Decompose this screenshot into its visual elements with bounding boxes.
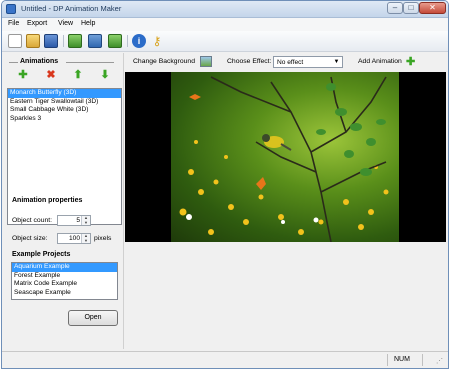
add-animation-plus-icon[interactable]: ✚	[17, 69, 29, 81]
app-window: Untitled - DP Animation Maker – □ ✕ File…	[1, 0, 449, 369]
effects-bar: Change Background Choose Effect: No effe…	[125, 53, 448, 71]
object-size-label: Object size:	[12, 235, 48, 242]
add-animation-icon[interactable]: ✚	[406, 55, 415, 68]
preview-stage[interactable]	[125, 72, 446, 242]
window-title: Untitled - DP Animation Maker	[21, 4, 122, 13]
list-item[interactable]: Matrix Code Example	[12, 280, 117, 289]
export-image-icon[interactable]	[68, 34, 82, 48]
menu-view[interactable]: View	[58, 20, 73, 27]
object-size-unit: pixels	[94, 235, 112, 242]
status-separator	[387, 354, 388, 366]
animations-title: Animations	[8, 58, 115, 65]
maximize-button[interactable]: □	[403, 2, 419, 14]
move-up-icon[interactable]: ⬆	[72, 69, 84, 81]
list-item[interactable]: Aquarium Example	[12, 263, 117, 272]
object-size-stepper[interactable]: 100 ▲ ▼	[57, 233, 91, 244]
animations-list[interactable]: Monarch Butterfly (3D) Eastern Tiger Swa…	[7, 88, 122, 225]
menu-bar: File Export View Help	[2, 18, 448, 31]
menu-file[interactable]: File	[8, 20, 19, 27]
open-folder-icon[interactable]	[26, 34, 40, 48]
effect-dropdown[interactable]: No effect ▼	[273, 56, 343, 68]
close-button[interactable]: ✕	[419, 2, 446, 14]
list-item[interactable]: Small Cabbage White (3D)	[8, 106, 121, 115]
list-item[interactable]: Monarch Butterfly (3D)	[8, 89, 121, 98]
example-projects-title: Example Projects	[12, 251, 71, 258]
resize-grip-icon[interactable]: ⋰	[436, 357, 443, 365]
effect-value: No effect	[277, 59, 304, 66]
list-item[interactable]: Forest Example	[12, 272, 117, 281]
nature-scene-image	[179, 76, 389, 242]
toolbar-separator	[127, 35, 128, 47]
status-separator	[422, 354, 423, 366]
num-lock-indicator: NUM	[394, 356, 410, 363]
add-animation-button[interactable]: Add Animation	[358, 58, 402, 65]
new-file-icon[interactable]	[8, 34, 22, 48]
export-video-icon[interactable]	[88, 34, 102, 48]
status-bar: NUM ⋰	[2, 351, 448, 368]
change-background-button[interactable]: Change Background	[133, 58, 195, 65]
animation-properties-title: Animation properties	[12, 197, 83, 204]
background-image-icon[interactable]	[200, 56, 212, 67]
menu-export[interactable]: Export	[27, 20, 47, 27]
save-icon[interactable]	[44, 34, 58, 48]
chevron-down-icon: ▼	[333, 59, 340, 65]
key-icon[interactable]: ⚷	[150, 34, 164, 48]
toolbar-separator	[63, 35, 64, 47]
export-screensaver-icon[interactable]	[108, 34, 122, 48]
minimize-button[interactable]: –	[387, 2, 403, 14]
choose-effect-label: Choose Effect:	[227, 58, 272, 65]
menu-help[interactable]: Help	[81, 20, 95, 27]
toolbar: i ⚷	[2, 31, 448, 52]
object-count-stepper[interactable]: 5 ▲ ▼	[57, 215, 91, 226]
spin-arrows-icon[interactable]: ▲ ▼	[81, 215, 90, 225]
info-icon[interactable]: i	[132, 34, 146, 48]
background-photo	[171, 72, 399, 242]
example-projects-list[interactable]: Aquarium Example Forest Example Matrix C…	[11, 262, 118, 300]
object-count-label: Object count:	[12, 217, 53, 224]
move-down-icon[interactable]: ⬇	[99, 69, 111, 81]
spin-arrows-icon[interactable]: ▲ ▼	[81, 233, 90, 243]
app-icon	[6, 4, 16, 14]
list-item[interactable]: Sparkles 3	[8, 115, 121, 124]
list-item[interactable]: Eastern Tiger Swallowtail (3D)	[8, 98, 121, 107]
remove-animation-icon[interactable]: ✖	[45, 69, 57, 81]
left-panel: Animations ✚ ✖ ⬆ ⬇ Monarch Butterfly (3D…	[2, 53, 124, 349]
open-button[interactable]: Open	[68, 310, 118, 326]
object-size-value: 100	[68, 235, 80, 242]
title-bar[interactable]: Untitled - DP Animation Maker – □ ✕	[2, 1, 448, 18]
list-item[interactable]: Seascape Example	[12, 289, 117, 298]
object-count-value: 5	[76, 217, 80, 224]
